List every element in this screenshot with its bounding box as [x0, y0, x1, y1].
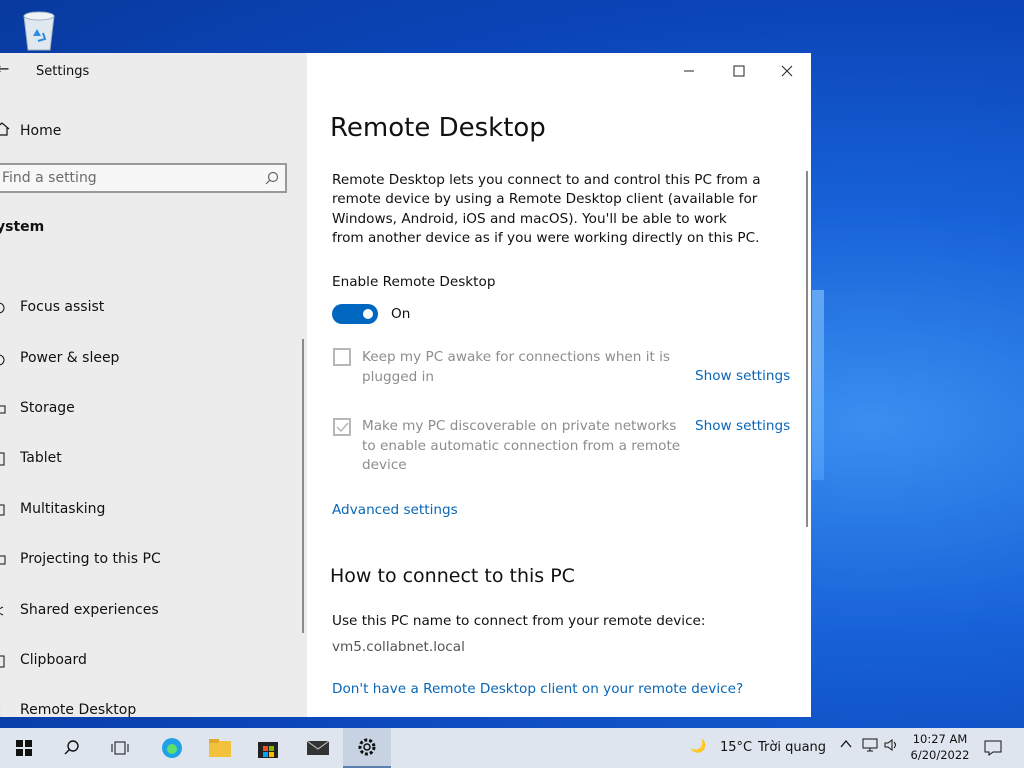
window-title: Settings: [36, 64, 90, 79]
volume-icon[interactable]: [884, 738, 900, 756]
how-to-connect-heading: How to connect to this PC: [330, 565, 575, 587]
page-description: Remote Desktop lets you connect to and c…: [332, 172, 761, 247]
mail-icon[interactable]: [294, 728, 342, 768]
sidebar-item-label: Shared experiences: [20, 601, 159, 618]
content-pane: Remote Desktop Remote Desktop lets you c…: [307, 53, 811, 717]
discoverable-show-settings-link[interactable]: Show settings: [695, 418, 790, 434]
toggle-knob: [363, 309, 373, 319]
windows-icon: [16, 740, 32, 756]
edge-browser-icon[interactable]: [148, 728, 196, 768]
page-title: Remote Desktop: [330, 113, 546, 143]
pc-name-value: vm5.collabnet.local: [332, 639, 465, 655]
weather-description[interactable]: Trời quang: [758, 740, 826, 755]
sidebar-item-home[interactable]: Home: [0, 119, 61, 143]
clock-date: 6/20/2022: [910, 748, 970, 762]
sidebar-item-remote-desktop[interactable]: Remote Desktop: [0, 685, 300, 717]
sidebar-nav: Focus assist Power & sleep Storage Table…: [0, 282, 300, 717]
chevron-up-icon[interactable]: [840, 738, 852, 754]
search-input[interactable]: Find a setting: [0, 163, 287, 193]
settings-window: ← Settings Home Find a setting ystem Foc…: [0, 53, 811, 717]
sidebar-item-multitasking[interactable]: Multitasking: [0, 484, 300, 534]
sidebar-item-storage[interactable]: Storage: [0, 383, 300, 433]
sidebar-item-label: Clipboard: [20, 651, 87, 668]
recycle-bin-icon[interactable]: [16, 6, 62, 52]
taskbar: 🌙 15°C Trời quang 10:27 AM 6/20/2022: [0, 728, 1024, 768]
tablet-icon: [0, 451, 6, 466]
network-icon[interactable]: [862, 738, 878, 756]
enable-remote-desktop-label: Enable Remote Desktop: [332, 274, 496, 290]
discoverable-checkbox[interactable]: [333, 418, 351, 436]
search-icon[interactable]: [48, 728, 96, 768]
sidebar: ← Settings Home Find a setting ystem Foc…: [0, 53, 307, 717]
minimize-button[interactable]: [665, 59, 713, 83]
sidebar-scrollbar[interactable]: [302, 339, 304, 633]
power-icon: [0, 351, 6, 365]
task-view-icon[interactable]: [96, 728, 144, 768]
section-heading: ystem: [0, 219, 45, 235]
start-button[interactable]: [0, 728, 48, 768]
search-icon: [265, 170, 279, 189]
content-scrollbar[interactable]: [806, 171, 808, 527]
projector-icon: [0, 552, 6, 566]
discoverable-label: Make my PC discoverable on private netwo…: [362, 418, 681, 474]
sidebar-item-projecting[interactable]: Projecting to this PC: [0, 534, 300, 584]
weather-icon: 🌙: [690, 739, 707, 754]
sidebar-item-power-sleep[interactable]: Power & sleep: [0, 332, 300, 382]
sidebar-item-label: Remote Desktop: [20, 702, 137, 717]
sidebar-item-label: Power & sleep: [20, 349, 120, 366]
sidebar-item-tablet[interactable]: Tablet: [0, 433, 300, 483]
back-arrow-icon[interactable]: ←: [0, 59, 9, 78]
sidebar-item-label: Home: [20, 123, 62, 139]
advanced-settings-link[interactable]: Advanced settings: [332, 502, 458, 518]
windows-logo-glow: [812, 290, 824, 480]
remote-desktop-icon: [0, 703, 6, 717]
sidebar-item-shared-experiences[interactable]: Shared experiences: [0, 584, 300, 634]
sidebar-item-focus-assist[interactable]: Focus assist: [0, 282, 300, 332]
sidebar-item-clipboard[interactable]: Clipboard: [0, 635, 300, 685]
sidebar-item-label: Focus assist: [20, 299, 105, 316]
file-explorer-icon[interactable]: [196, 728, 244, 768]
get-client-link[interactable]: Don't have a Remote Desktop client on yo…: [332, 681, 743, 697]
weather-temperature[interactable]: 15°C: [720, 740, 752, 755]
maximize-button[interactable]: [715, 59, 763, 83]
search-placeholder: Find a setting: [2, 170, 97, 186]
sidebar-item-label: Tablet: [20, 450, 62, 467]
toggle-state-label: On: [391, 306, 411, 322]
sidebar-item-label: Multitasking: [20, 500, 106, 517]
share-icon: [0, 603, 6, 617]
enable-remote-desktop-toggle[interactable]: [332, 304, 378, 324]
settings-taskbar-icon[interactable]: [343, 728, 391, 768]
multitasking-icon: [0, 502, 6, 516]
keep-awake-checkbox[interactable]: [333, 348, 351, 366]
sidebar-item-label: Storage: [20, 399, 75, 416]
clipboard-icon: [0, 653, 6, 668]
keep-awake-label: Keep my PC awake for connections when it…: [362, 349, 671, 385]
system-clock[interactable]: 10:27 AM 6/20/2022: [910, 731, 970, 763]
sidebar-item-label: Projecting to this PC: [20, 551, 161, 568]
microsoft-store-icon[interactable]: [244, 728, 292, 768]
close-button[interactable]: [763, 59, 811, 83]
notification-icon[interactable]: [978, 728, 1008, 768]
pc-name-instructions: Use this PC name to connect from your re…: [332, 613, 706, 629]
moon-icon: [0, 300, 6, 314]
home-icon: [0, 121, 14, 141]
clock-time: 10:27 AM: [912, 732, 968, 746]
storage-icon: [0, 401, 6, 415]
keep-awake-show-settings-link[interactable]: Show settings: [695, 368, 790, 384]
